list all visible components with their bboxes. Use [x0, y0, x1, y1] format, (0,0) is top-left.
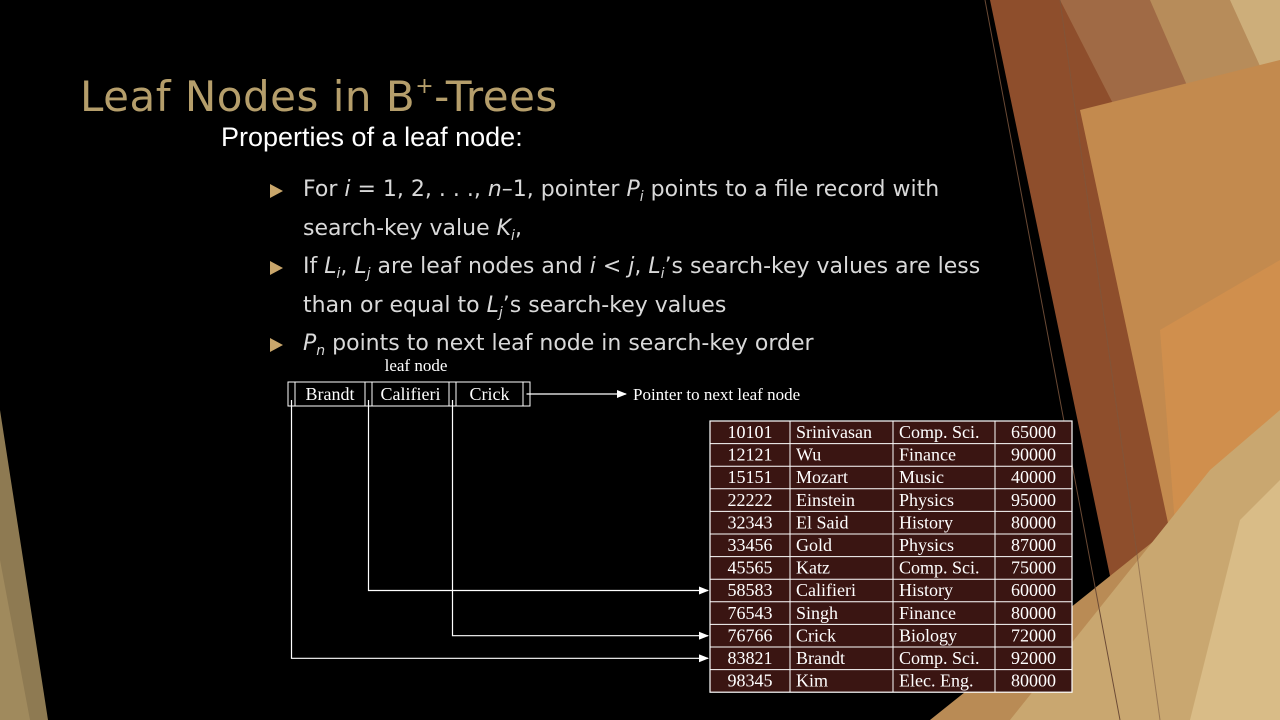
table-cell: 72000 — [1011, 625, 1056, 645]
table-cell: 58583 — [728, 580, 773, 600]
table-cell: 40000 — [1011, 467, 1056, 487]
table-cell: Finance — [899, 603, 956, 623]
leaf-node-label: leaf node — [385, 356, 448, 375]
table-cell: Physics — [899, 535, 954, 555]
next-pointer-label: Pointer to next leaf node — [633, 385, 800, 404]
table-cell: Einstein — [796, 490, 855, 510]
table-cell: Wu — [796, 445, 821, 465]
table-cell: 80000 — [1011, 512, 1056, 532]
table-cell: Elec. Eng. — [899, 671, 973, 691]
table-cell: Srinivasan — [796, 422, 872, 442]
table-cell: Singh — [796, 603, 838, 623]
table-cell: Biology — [899, 625, 957, 645]
table-cell: 80000 — [1011, 603, 1056, 623]
table-cell: 10101 — [728, 422, 773, 442]
record-pointer-arrow — [451, 400, 709, 640]
table-cell: 22222 — [728, 490, 773, 510]
table-cell: Katz — [796, 558, 830, 578]
table-cell: 33456 — [728, 535, 773, 555]
leaf-node-diagram: leaf node Brandt Califieri Crick Pointer to … — [287, 356, 1073, 693]
table-cell: Comp. Sci. — [899, 558, 980, 578]
leaf-key-3: Crick — [470, 384, 510, 404]
table-cell: 45565 — [728, 558, 773, 578]
table-cell: Comp. Sci. — [899, 422, 980, 442]
table-cell: Kim — [796, 671, 828, 691]
table-cell: 75000 — [1011, 558, 1056, 578]
record-pointer-arrow — [367, 400, 709, 595]
table-cell: 87000 — [1011, 535, 1056, 555]
table-cell: 76766 — [728, 625, 773, 645]
table-cell: Gold — [796, 535, 832, 555]
table-cell: History — [899, 512, 953, 532]
table-cell: 98345 — [728, 671, 773, 691]
table-cell: El Said — [796, 512, 849, 532]
table-cell: History — [899, 580, 953, 600]
table-cell: 12121 — [728, 445, 773, 465]
table-cell: 65000 — [1011, 422, 1056, 442]
table-cell: Physics — [899, 490, 954, 510]
table-cell: 76543 — [728, 603, 773, 623]
table-cell: 60000 — [1011, 580, 1056, 600]
table-cell: Crick — [796, 625, 836, 645]
table-cell: Brandt — [796, 648, 845, 668]
leaf-key-1: Brandt — [306, 384, 355, 404]
table-cell: 90000 — [1011, 445, 1056, 465]
table-cell: Califieri — [796, 580, 856, 600]
table-cell: 15151 — [728, 467, 773, 487]
table-cell: 92000 — [1011, 648, 1056, 668]
leaf-key-2: Califieri — [381, 384, 441, 404]
table-cell: 32343 — [728, 512, 773, 532]
table-cell: Comp. Sci. — [899, 648, 980, 668]
table-cell: Music — [899, 467, 944, 487]
table-cell: 80000 — [1011, 671, 1056, 691]
table-cell: Finance — [899, 445, 956, 465]
table-cell: Mozart — [796, 467, 848, 487]
table-cell: 95000 — [1011, 490, 1056, 510]
record-pointer-arrow — [290, 400, 709, 663]
table-cell: 83821 — [728, 648, 773, 668]
